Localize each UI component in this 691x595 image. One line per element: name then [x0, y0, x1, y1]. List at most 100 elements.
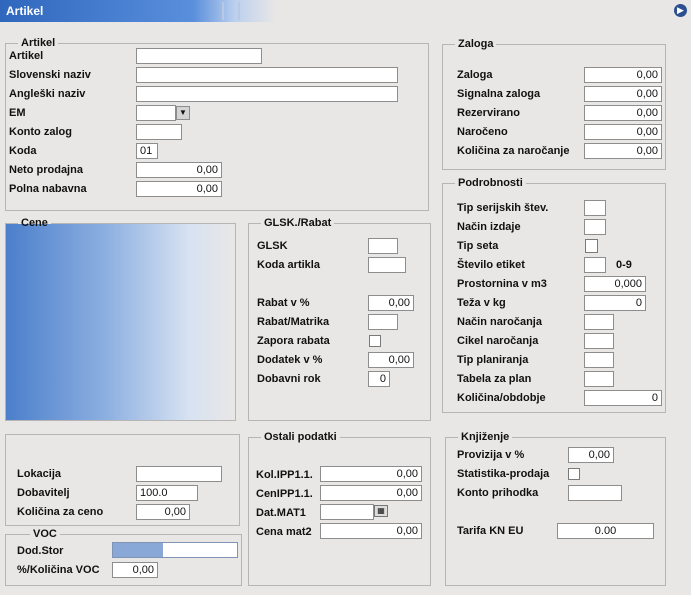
- kolicina-za-ceno-label: Količina za ceno: [17, 506, 104, 518]
- rezervirano-field[interactable]: 0,00: [584, 105, 662, 121]
- splitter-grip[interactable]: [222, 2, 240, 20]
- statistika-prodaja-label: Statistika-prodaja: [457, 468, 550, 480]
- signalna-zaloga-field[interactable]: 0,00: [584, 86, 662, 102]
- koda-field[interactable]: 01: [136, 143, 158, 159]
- zaloga-legend: Zaloga: [458, 38, 494, 50]
- dod-stor-label: Dod.Stor: [17, 545, 64, 557]
- angleski-naziv-label: Angleški naziv: [9, 88, 86, 100]
- cen-ipp-label: CenIPP1.1.: [256, 488, 313, 500]
- artikel-legend: Artikel: [21, 37, 56, 49]
- tip-seta-checkbox[interactable]: [585, 239, 598, 253]
- angleski-naziv-field[interactable]: [136, 86, 398, 102]
- dat-mat1-field[interactable]: [320, 504, 374, 520]
- dod-stor-progress-bar: [112, 542, 238, 558]
- glsk-field[interactable]: [368, 238, 398, 254]
- konto-prihodka-label: Konto prihodka: [457, 487, 539, 499]
- prostornina-field[interactable]: 0,000: [584, 276, 646, 292]
- slovenski-naziv-field[interactable]: [136, 67, 398, 83]
- title-bar: Artikel ▶: [0, 0, 691, 22]
- em-label: EM: [9, 107, 26, 119]
- tabela-za-plan-label: Tabela za plan: [457, 373, 532, 385]
- koda-label: Koda: [9, 145, 37, 157]
- zaloga-label: Zaloga: [457, 69, 493, 81]
- slovenski-naziv-label: Slovenski naziv: [9, 69, 91, 81]
- zaloga-field[interactable]: 0,00: [584, 67, 662, 83]
- dobavitelj-label: Dobavitelj: [17, 487, 70, 499]
- tip-seta-label: Tip seta: [457, 240, 499, 252]
- polna-nabavna-label: Polna nabavna: [9, 183, 87, 195]
- dat-mat1-label: Dat.MAT1: [256, 507, 306, 519]
- neto-prodajna-field[interactable]: 0,00: [136, 162, 222, 178]
- cene-group: Cene: [5, 217, 236, 421]
- cena-mat2-field[interactable]: 0,00: [320, 523, 422, 539]
- rabat-field[interactable]: 0,00: [368, 295, 414, 311]
- cena-mat2-label: Cena mat2: [256, 526, 312, 538]
- kol-ipp-field[interactable]: 0,00: [320, 466, 422, 482]
- naroceno-label: Naročeno: [457, 126, 508, 138]
- stevilo-etiket-field[interactable]: [584, 257, 606, 273]
- neto-prodajna-label: Neto prodajna: [9, 164, 83, 176]
- arrow-right-icon[interactable]: ▶: [674, 4, 687, 17]
- lokacija-field[interactable]: [136, 466, 222, 482]
- knjizenje-legend: Knjiženje: [461, 431, 510, 443]
- rezervirano-label: Rezervirano: [457, 107, 520, 119]
- konto-zalog-field[interactable]: [136, 124, 182, 140]
- dod-stor-progress-fill: [113, 543, 163, 557]
- nacin-narocanja-field[interactable]: [584, 314, 614, 330]
- teza-label: Teža v kg: [457, 297, 506, 309]
- statistika-prodaja-checkbox[interactable]: [568, 468, 580, 480]
- tip-serijskih-label: Tip serijskih štev.: [457, 202, 549, 214]
- ostali-podatki-legend: Ostali podatki: [264, 431, 337, 443]
- tip-serijskih-field[interactable]: [584, 200, 606, 216]
- naroceno-field[interactable]: 0,00: [584, 124, 662, 140]
- zapora-rabata-label: Zapora rabata: [257, 335, 330, 347]
- artikel-field[interactable]: [136, 48, 262, 64]
- rabat-matrika-field[interactable]: [368, 314, 398, 330]
- cen-ipp-field[interactable]: 0,00: [320, 485, 422, 501]
- rabat-label: Rabat v %: [257, 297, 310, 309]
- signalna-zaloga-label: Signalna zaloga: [457, 88, 541, 100]
- cikel-narocanja-label: Cikel naročanja: [457, 335, 539, 347]
- cene-legend: Cene: [21, 217, 48, 229]
- koda-artikla-label: Koda artikla: [257, 259, 320, 271]
- polna-nabavna-field[interactable]: 0,00: [136, 181, 222, 197]
- kolicina-narocanje-label: Količina za naročanje: [457, 145, 570, 157]
- stevilo-etiket-label: Število etiket: [457, 259, 525, 271]
- kolicina-narocanje-field[interactable]: 0,00: [584, 143, 662, 159]
- tip-planiranja-field[interactable]: [584, 352, 614, 368]
- nacin-izdaje-field[interactable]: [584, 219, 606, 235]
- em-select[interactable]: [136, 105, 176, 121]
- kolicina-obdobje-field[interactable]: 0: [584, 390, 662, 406]
- rabat-matrika-label: Rabat/Matrika: [257, 316, 330, 328]
- nacin-narocanja-label: Način naročanja: [457, 316, 542, 328]
- chevron-down-icon[interactable]: ▼: [176, 106, 190, 120]
- glsk-rabat-legend: GLSK./Rabat: [264, 217, 332, 229]
- kolicina-za-ceno-field[interactable]: 0,00: [136, 504, 190, 520]
- provizija-field[interactable]: 0,00: [568, 447, 614, 463]
- calendar-icon[interactable]: ▦: [374, 505, 388, 517]
- zapora-rabata-checkbox[interactable]: [369, 335, 381, 347]
- dodatek-field[interactable]: 0,00: [368, 352, 414, 368]
- artikel-label: Artikel: [9, 50, 44, 62]
- dobavitelj-field[interactable]: 100.0: [136, 485, 198, 501]
- konto-zalog-label: Konto zalog: [9, 126, 72, 138]
- window-title: Artikel: [6, 4, 44, 18]
- koda-artikla-field[interactable]: [368, 257, 406, 273]
- glsk-label: GLSK: [257, 240, 288, 252]
- kol-ipp-label: Kol.IPP1.1.: [256, 469, 313, 481]
- kolicina-voc-label: %/Količina VOC: [17, 564, 100, 576]
- tarifa-field[interactable]: 0.00: [557, 523, 654, 539]
- kolicina-voc-field[interactable]: 0,00: [112, 562, 158, 578]
- prostornina-label: Prostornina v m3: [457, 278, 547, 290]
- tip-planiranja-label: Tip planiranja: [457, 354, 529, 366]
- lokacija-label: Lokacija: [17, 468, 62, 480]
- konto-prihodka-field[interactable]: [568, 485, 622, 501]
- stevilo-etiket-hint: 0-9: [616, 259, 632, 271]
- nacin-izdaje-label: Način izdaje: [457, 221, 521, 233]
- dobavni-rok-label: Dobavni rok: [257, 373, 321, 385]
- cikel-narocanja-field[interactable]: [584, 333, 614, 349]
- tabela-za-plan-field[interactable]: [584, 371, 614, 387]
- provizija-label: Provizija v %: [457, 449, 525, 461]
- teza-field[interactable]: 0: [584, 295, 646, 311]
- dobavni-rok-field[interactable]: 0: [368, 371, 390, 387]
